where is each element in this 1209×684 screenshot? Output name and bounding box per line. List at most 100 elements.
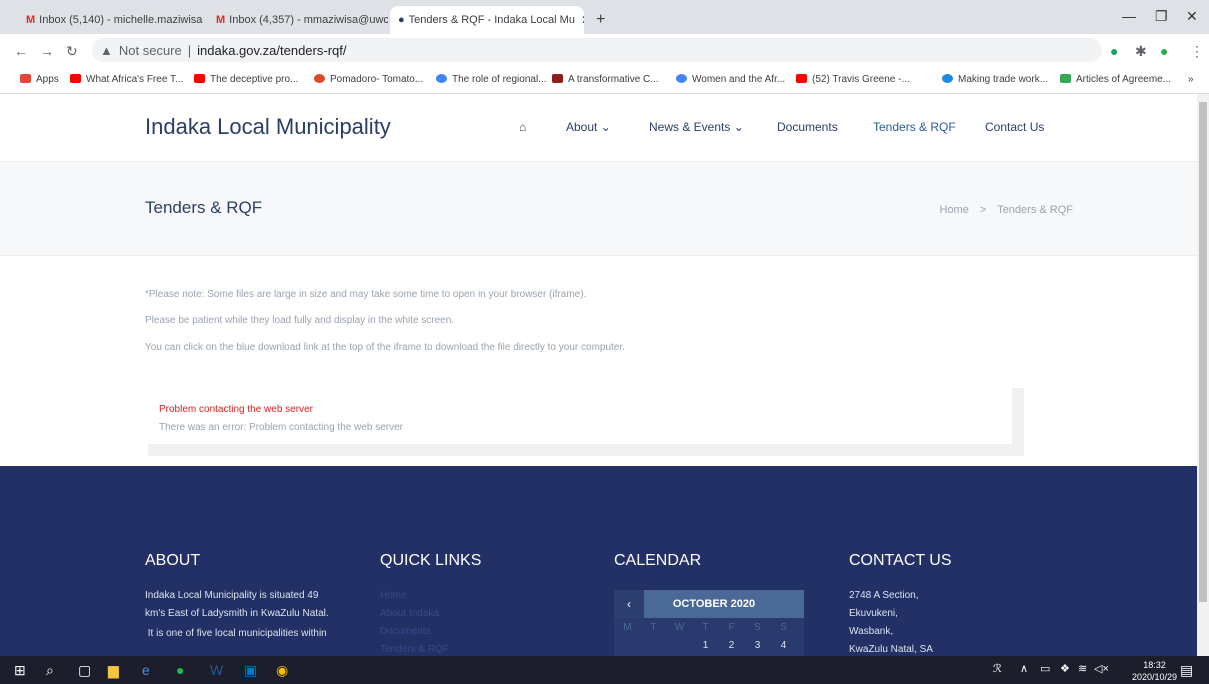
bookmark-item[interactable]: What Africa's Free T... [70, 74, 183, 85]
url-text: indaka.gov.za/tenders-rqf/ [197, 42, 347, 58]
home-icon[interactable]: ⌂ [519, 120, 526, 134]
bookmark-item[interactable]: The role of regional... [436, 74, 547, 85]
spotify-icon[interactable]: ● [176, 662, 184, 678]
people-icon[interactable]: ℛ [993, 662, 1002, 675]
puzzle-icon[interactable]: ✱ [1135, 43, 1147, 60]
bookmark-item[interactable]: (52) Travis Greene -... [796, 74, 910, 85]
chevron-up-icon[interactable]: ∧ [1020, 662, 1028, 675]
contact-line: Ekuvukeni, [849, 608, 898, 619]
weekday-label: S [754, 622, 761, 633]
taskbar-clock[interactable]: 18:32 2020/10/29 [1132, 659, 1177, 683]
iframe-vertical-scrollbar[interactable] [1012, 388, 1024, 444]
tab-tenders[interactable]: ● Tenders & RQF - Indaka Local Mu ✕ [390, 6, 584, 34]
contact-line: KwaZulu Natal, SA [849, 644, 933, 655]
weekday-label: T [702, 622, 709, 633]
nav-news-events[interactable]: News & Events ⌄ [649, 120, 744, 134]
tab-title: Inbox (4,357) - mmaziwisa@uwc [229, 14, 388, 26]
tab-gmail-2[interactable]: M Inbox (4,357) - mmaziwisa@uwc ✕ [208, 6, 388, 34]
apps-icon [20, 74, 31, 83]
scrollbar-thumb[interactable] [1199, 102, 1207, 602]
quicklink-tenders[interactable]: Tenders & RQF [380, 644, 449, 655]
menu-icon[interactable]: ⋮ [1190, 43, 1204, 60]
tab-gmail-1[interactable]: M Inbox (5,140) - michelle.maziwisa ✕ [18, 6, 206, 34]
notification-icon[interactable]: ▤ [1180, 662, 1193, 679]
extension-icon[interactable]: ● [1110, 43, 1118, 59]
nav-contact[interactable]: Contact Us [985, 120, 1044, 134]
calendar-day[interactable]: 2 [722, 640, 741, 651]
bookmark-item[interactable]: Pomadoro- Tomato... [314, 74, 423, 85]
nav-documents[interactable]: Documents [777, 120, 838, 134]
more-bookmarks-icon[interactable]: » [1188, 74, 1194, 85]
task-view-icon[interactable]: ▢ [78, 662, 91, 679]
windows-taskbar: ⊞ ⌕ ▢ ▆ e ● W ▣ ◉ ℛ ∧ ▭ ❖ ≋ ◁× 18:32 202… [0, 656, 1209, 684]
weekday-label: S [780, 622, 787, 633]
document-iframe[interactable]: Problem contacting the web server There … [148, 388, 1024, 458]
minimize-icon[interactable]: — [1122, 8, 1136, 24]
breadcrumb-home[interactable]: Home [939, 204, 968, 216]
warning-icon: ▲ [100, 42, 113, 58]
bookmark-icon [1060, 74, 1071, 83]
nav-tenders[interactable]: Tenders & RQF [873, 120, 956, 134]
breadcrumb: Home > Tenders & RQF [939, 204, 1073, 216]
bookmark-item[interactable]: Women and the Afr... [676, 74, 785, 85]
wifi-icon[interactable]: ≋ [1078, 662, 1087, 675]
windows-start-icon[interactable]: ⊞ [14, 662, 26, 679]
chevron-down-icon: ⌄ [733, 120, 744, 134]
search-icon[interactable]: ⌕ [46, 662, 54, 679]
site-icon [552, 74, 563, 83]
bookmark-item[interactable]: The deceptive pro... [194, 74, 298, 85]
about-text: Indaka Local Municipality is situated 49 [145, 590, 319, 601]
quicklink-about[interactable]: About Indaka [380, 608, 439, 619]
volume-icon[interactable]: ◁× [1094, 662, 1109, 675]
not-secure-label: Not secure [118, 42, 182, 58]
quicklink-home[interactable]: Home [380, 590, 407, 601]
page-title: Tenders & RQF [145, 198, 263, 217]
page-title-band: Tenders & RQF Home > Tenders & RQF [0, 162, 1197, 256]
store-icon[interactable]: ▣ [244, 662, 257, 679]
youtube-icon [194, 74, 205, 83]
profile-avatar[interactable]: ● [1160, 43, 1168, 59]
close-tab-icon[interactable]: ✕ [202, 13, 206, 27]
forward-icon[interactable]: → [40, 43, 54, 59]
google-icon [676, 74, 687, 83]
weekday-label: W [674, 622, 685, 633]
about-text: km's East of Ladysmith in KwaZulu Natal. [145, 608, 329, 619]
word-icon[interactable]: W [210, 662, 223, 678]
calendar-month: OCTOBER 2020 [672, 598, 756, 610]
close-tab-icon[interactable]: ✕ [575, 13, 584, 27]
page-scrollbar[interactable] [1197, 94, 1209, 656]
calendar-day[interactable]: 1 [696, 640, 715, 651]
gmail-icon: M [216, 14, 226, 26]
close-window-icon[interactable]: ✕ [1186, 8, 1198, 25]
page-viewport: Indaka Local Municipality ⌂ About ⌄ News… [0, 94, 1197, 656]
quicklink-documents[interactable]: Documents [380, 626, 431, 637]
bookmark-item[interactable]: Making trade work... [942, 74, 1048, 85]
site-icon: ● [398, 14, 405, 26]
calendar-widget: ‹ OCTOBER 2020 M T W T F S S 1 2 3 4 [614, 590, 804, 656]
footer-quicklinks-heading: QUICK LINKS [380, 552, 482, 569]
browser-tab-strip: M Inbox (5,140) - michelle.maziwisa ✕ M … [0, 0, 1209, 34]
calendar-day[interactable]: 4 [774, 640, 793, 651]
note-line: You can click on the blue download link … [145, 342, 625, 353]
bookmark-apps[interactable]: Apps [20, 74, 59, 85]
footer-calendar-heading: CALENDAR [614, 552, 702, 569]
edge-icon[interactable]: e [142, 662, 150, 678]
bookmark-item[interactable]: Articles of Agreeme... [1060, 74, 1171, 85]
new-tab-button[interactable]: + [588, 6, 613, 34]
bookmark-item[interactable]: A transformative C... [552, 74, 659, 85]
nav-about[interactable]: About ⌄ [566, 120, 611, 134]
file-explorer-icon[interactable]: ▆ [108, 662, 119, 679]
site-brand[interactable]: Indaka Local Municipality [145, 114, 391, 140]
dropbox-icon[interactable]: ❖ [1060, 662, 1070, 675]
omnibox[interactable]: ▲ Not secure | indaka.gov.za/tenders-rqf… [92, 38, 1102, 62]
back-icon[interactable]: ← [14, 43, 28, 59]
chrome-icon[interactable]: ◉ [276, 662, 288, 679]
calendar-day[interactable]: 3 [748, 640, 767, 651]
calendar-prev-button[interactable]: ‹ [614, 590, 644, 618]
reload-icon[interactable]: ↻ [66, 43, 78, 60]
chevron-down-icon: ⌄ [600, 120, 611, 134]
battery-icon[interactable]: ▭ [1040, 662, 1050, 675]
iframe-horizontal-scrollbar[interactable] [148, 444, 1024, 456]
maximize-icon[interactable]: ❐ [1155, 8, 1168, 25]
youtube-icon [796, 74, 807, 83]
